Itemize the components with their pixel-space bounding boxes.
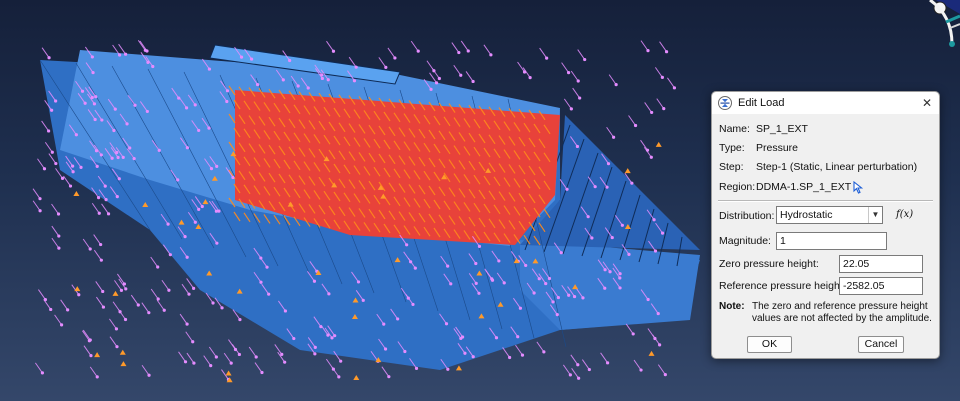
type-label: Type:	[719, 142, 745, 154]
region-row: Region:DDMA-1.SP_1_EXT	[719, 180, 851, 194]
distribution-value: Hydrostatic	[780, 209, 833, 221]
type-value: Pressure	[756, 142, 799, 154]
name-row: Name: SP_1_EXT	[719, 122, 808, 136]
dialog-titlebar[interactable]: Edit Load ✕	[712, 92, 939, 114]
name-value: SP_1_EXT	[756, 123, 808, 135]
chevron-down-icon[interactable]: ▼	[868, 207, 882, 223]
distribution-select[interactable]: Hydrostatic ▼	[776, 206, 883, 224]
separator	[718, 200, 933, 202]
region-label: Region:	[719, 181, 756, 193]
magnitude-input[interactable]	[776, 232, 887, 250]
magnitude-label: Magnitude:	[719, 235, 771, 247]
distribution-label: Distribution:	[719, 210, 775, 222]
view-triad-icon	[929, 0, 960, 47]
ref-height-label: Reference pressure height:	[719, 280, 846, 292]
fx-button[interactable]: f(x)	[896, 209, 913, 220]
arrow-cursor-icon[interactable]	[853, 180, 864, 194]
ok-button[interactable]: OK	[747, 336, 792, 353]
note-label: Note:	[719, 301, 745, 312]
zero-height-label: Zero pressure height:	[719, 258, 819, 270]
cancel-button[interactable]: Cancel	[858, 336, 904, 353]
name-label: Name:	[719, 123, 750, 135]
close-button[interactable]: ✕	[917, 93, 937, 113]
zero-height-input[interactable]	[839, 255, 923, 273]
dialog-title: Edit Load	[738, 97, 785, 109]
region-value: DDMA-1.SP_1_EXT	[756, 181, 852, 193]
step-row: Step: Step-1 (Static, Linear perturbation…	[719, 160, 917, 174]
ref-height-input[interactable]	[839, 277, 923, 295]
note-text: The zero and reference pressure height v…	[752, 301, 932, 324]
type-row: Type: Pressure	[719, 141, 798, 155]
step-label: Step:	[719, 161, 744, 173]
edit-load-icon	[718, 96, 732, 110]
step-value: Step-1 (Static, Linear perturbation)	[756, 161, 918, 173]
edit-load-dialog: Edit Load ✕ Name: SP_1_EXT Type: Pressure …	[711, 91, 940, 359]
